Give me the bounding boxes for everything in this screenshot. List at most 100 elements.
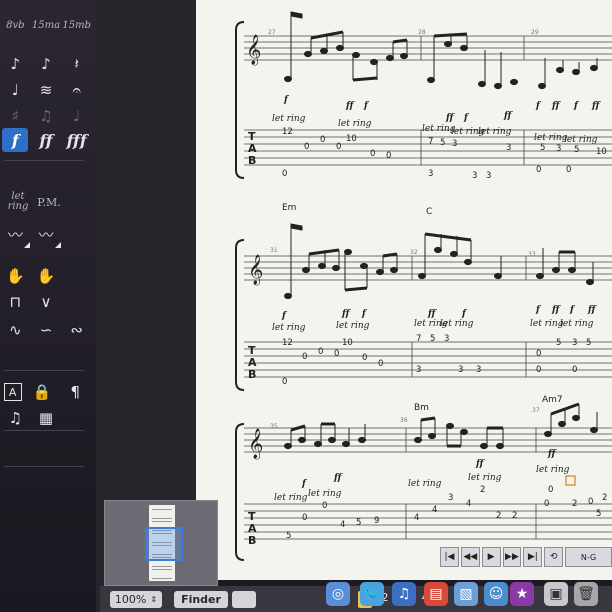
play-button[interactable]: ▶ <box>481 547 501 567</box>
palm-mute-button[interactable]: P.M. <box>36 190 62 214</box>
svg-text:0: 0 <box>318 347 323 357</box>
slap-icon[interactable]: ✋ <box>33 264 59 288</box>
palette-divider <box>4 430 84 431</box>
calendar-icon[interactable]: ▤ <box>424 582 448 606</box>
svg-text:0: 0 <box>548 485 553 495</box>
let-ring-mark: let ring <box>560 319 594 329</box>
svg-text:10: 10 <box>346 134 357 144</box>
quarter-icon[interactable]: ♩ <box>64 104 90 128</box>
bar-number: 35 <box>270 423 278 430</box>
wide-vibrato-icon[interactable]: 〰 <box>33 222 61 248</box>
let-ring-mark: let ring <box>272 323 306 333</box>
treble-clef: 𝄞 <box>246 34 261 66</box>
15mb-tool[interactable]: 15mb <box>62 14 91 38</box>
dynamics-row: f ff fff <box>0 128 92 152</box>
svg-text:4: 4 <box>432 505 437 515</box>
dynamic-mark: ff <box>587 305 597 315</box>
bar-number: 37 <box>532 407 540 414</box>
fast-forward-button[interactable]: ▶▶ <box>502 547 522 567</box>
status-bar: 100%⇕ Finder 1 2 3 4 ♪ <box>100 586 612 612</box>
svg-text:0: 0 <box>302 352 307 362</box>
svg-text:2: 2 <box>480 485 485 495</box>
rewind-button[interactable]: ◀◀ <box>460 547 480 567</box>
dynamic-mark: f <box>281 311 288 321</box>
vibrato-icon[interactable]: 〰 <box>2 222 31 248</box>
rest-icon[interactable]: 𝄽 <box>64 52 90 76</box>
palette-divider <box>4 370 84 371</box>
svg-text:12: 12 <box>282 127 293 137</box>
page-navigator[interactable] <box>104 500 218 586</box>
upstroke-icon[interactable]: ∨ <box>33 290 59 314</box>
let-ring-mark: let ring <box>440 319 474 329</box>
bar-number: 33 <box>528 251 536 258</box>
15ma-tool[interactable]: 15ma <box>32 14 60 38</box>
let-ring-mark: let ring <box>564 135 598 145</box>
trash-icon[interactable]: 🗑 <box>574 582 598 606</box>
system-brace <box>235 21 245 179</box>
stroke-row: ⊓ ∨ <box>0 290 92 314</box>
dynamic-fff-button[interactable]: fff <box>64 128 90 152</box>
dynamic-mark: ff <box>333 473 343 483</box>
itunes-icon[interactable]: ♫ <box>392 582 416 606</box>
paragraph-button[interactable]: ¶ <box>62 380 88 404</box>
rewind-start-button[interactable]: |◀ <box>440 547 459 567</box>
svg-text:3: 3 <box>506 143 511 153</box>
score-page[interactable]: 𝄞 27 28 29 f ff f ff f ff f ff f ff let … <box>196 0 612 580</box>
palette-divider <box>4 466 84 467</box>
tremolo-icon[interactable]: ≋ <box>33 78 59 102</box>
wave-icon[interactable]: ∾ <box>64 318 90 342</box>
star-app-icon[interactable]: ★ <box>510 582 534 606</box>
twitter-icon[interactable]: 🐦 <box>360 582 384 606</box>
dynamic-mark: f <box>361 309 368 319</box>
svg-text:2: 2 <box>512 511 517 521</box>
lyrics-icon[interactable]: ♫ <box>2 406 28 430</box>
accidental-icon[interactable]: ♯ <box>2 104 28 128</box>
tab-label-b: B <box>248 368 256 381</box>
dynamic-mark: f <box>535 305 542 315</box>
time-signature-display[interactable]: N-G <box>565 547 612 567</box>
svg-text:3: 3 <box>572 338 577 348</box>
loop-icon[interactable]: ⟲ <box>544 547 564 567</box>
acciaccatura-icon[interactable]: ♪ <box>33 52 59 76</box>
photo-app-icon[interactable]: ▣ <box>544 582 568 606</box>
fermata-icon[interactable]: 𝄐 <box>64 78 90 102</box>
finder-button[interactable]: Finder <box>174 591 228 608</box>
text-tool-button[interactable]: A <box>3 383 22 401</box>
bar-number: 27 <box>268 29 276 36</box>
technique-row: ✋ ✋ <box>0 264 92 288</box>
trill-icon[interactable]: ∿ <box>2 318 28 342</box>
svg-text:5: 5 <box>430 334 435 344</box>
finder-icon[interactable]: ☺ <box>484 582 508 606</box>
dynamic-mark: f <box>301 479 308 489</box>
double-stem-icon[interactable]: ♫ <box>33 104 59 128</box>
dynamic-mark: ff <box>547 449 557 459</box>
dynamic-mark: ff <box>551 305 561 315</box>
notes <box>284 223 594 300</box>
note-tool-row-2: ♩ ≋ 𝄐 <box>0 78 92 102</box>
dynamic-ff-button[interactable]: ff <box>33 128 59 152</box>
8vb-tool[interactable]: 8vb <box>2 14 28 38</box>
chord-diagram-icon[interactable]: ▦ <box>33 406 59 430</box>
note-tool-row-3: ♯ ♫ ♩ <box>0 104 92 128</box>
svg-text:7: 7 <box>428 137 433 147</box>
view-toggle-button[interactable] <box>232 591 256 608</box>
svg-text:3: 3 <box>444 334 449 344</box>
preview-icon[interactable]: ▧ <box>454 582 478 606</box>
svg-text:5: 5 <box>286 531 291 541</box>
grace-note-icon[interactable]: ♪ <box>2 52 28 76</box>
note-icon[interactable]: ♩ <box>2 78 28 102</box>
svg-text:2: 2 <box>602 493 607 503</box>
navigator-viewport[interactable] <box>145 527 183 561</box>
downstroke-icon[interactable]: ⊓ <box>2 290 28 314</box>
chord-symbol: C <box>426 207 432 217</box>
zoom-select[interactable]: 100% ⇕ <box>110 591 162 608</box>
dynamic-mark: f <box>569 305 576 315</box>
let-ring-button[interactable]: let ring <box>6 190 30 214</box>
dynamic-f-button[interactable]: f <box>2 128 29 152</box>
turn-icon[interactable]: ∽ <box>33 318 59 342</box>
svg-text:10: 10 <box>596 147 607 157</box>
tap-icon[interactable]: ✋ <box>2 264 28 288</box>
forward-end-button[interactable]: ▶| <box>523 547 543 567</box>
safari-icon[interactable]: ◎ <box>326 582 350 606</box>
lock-icon[interactable]: 🔒 <box>29 380 55 404</box>
